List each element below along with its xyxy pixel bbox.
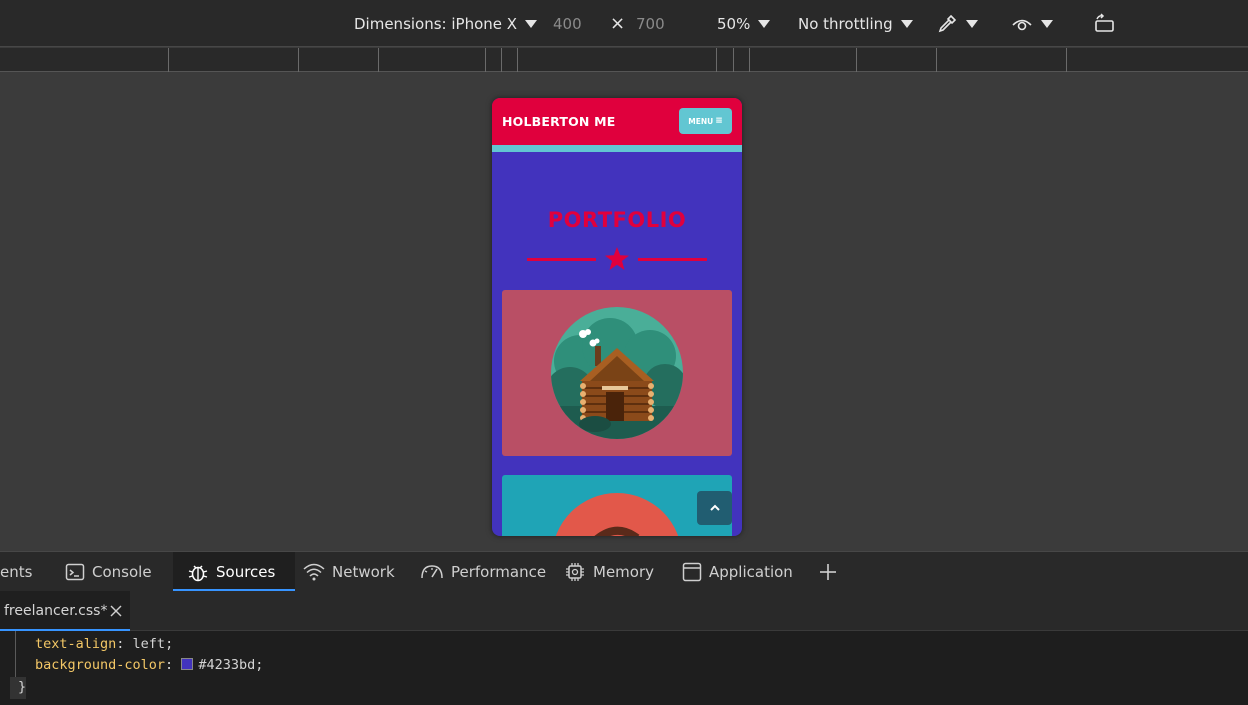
css-value: left <box>132 636 166 652</box>
ruler-tick <box>378 48 379 72</box>
tab-label: Network <box>332 563 395 581</box>
ruler-tick <box>936 48 937 72</box>
scroll-to-top-button[interactable] <box>697 491 732 525</box>
devtools-tab-bar: ents Console Sources Network Performance… <box>0 551 1248 592</box>
css-property: text-align <box>35 636 117 652</box>
vision-deficiency-button[interactable] <box>1011 0 1053 47</box>
gauge-icon <box>421 565 443 579</box>
file-tab-freelancer-css[interactable]: freelancer.css* <box>0 591 130 631</box>
bug-icon <box>188 565 208 582</box>
color-picker-button[interactable] <box>936 0 978 47</box>
tab-label: Application <box>709 563 793 581</box>
zoom-label: 50% <box>717 14 751 33</box>
device-viewport: HOLBERTON ME MENU ≡ PORTFOLIO <box>0 73 1248 551</box>
height-input[interactable]: 700 <box>636 0 665 47</box>
tab-application[interactable]: Application <box>682 552 793 592</box>
tab-network[interactable]: Network <box>303 552 395 592</box>
file-tab-label: freelancer.css* <box>4 603 108 619</box>
ruler-tick <box>485 48 486 72</box>
indent-guide <box>15 631 16 681</box>
tab-elements[interactable]: ents <box>0 552 32 592</box>
ruler-tick <box>716 48 717 72</box>
width-input[interactable]: 400 <box>553 0 582 47</box>
ruler-tick <box>733 48 734 72</box>
code-line: text-align: left; <box>35 636 174 652</box>
tab-sources[interactable]: Sources <box>173 552 295 592</box>
menu-button[interactable]: MENU ≡ <box>679 108 732 134</box>
zoom-dropdown[interactable]: 50% <box>717 0 771 47</box>
tab-label: Console <box>92 563 152 581</box>
hamburger-icon: ≡ <box>715 116 723 126</box>
dimensions-label: Dimensions: iPhone X <box>354 14 518 33</box>
plus-icon <box>820 564 836 580</box>
site-brand[interactable]: HOLBERTON ME <box>502 114 616 129</box>
tab-memory[interactable]: Memory <box>564 552 654 592</box>
ruler-tick <box>517 48 518 72</box>
ruler-tick <box>501 48 502 72</box>
ruler-tick <box>168 48 169 72</box>
throttling-label: No throttling <box>798 14 893 33</box>
add-tool-button[interactable] <box>818 552 845 592</box>
menu-label: MENU <box>688 116 714 126</box>
times-icon: × <box>610 13 626 34</box>
chevron-down-icon <box>758 19 771 28</box>
console-icon <box>65 563 85 581</box>
divider-line-left <box>527 258 596 261</box>
log-cabin-icon <box>551 307 683 439</box>
tab-performance[interactable]: Performance <box>420 552 546 592</box>
chevron-up-icon <box>709 504 720 511</box>
ruler-tick <box>856 48 857 72</box>
star-icon <box>605 247 629 270</box>
portfolio-card[interactable] <box>502 290 732 456</box>
dimensions-dropdown[interactable]: Dimensions: iPhone X <box>354 0 538 47</box>
rotate-device-icon <box>1095 12 1114 32</box>
tab-label: Performance <box>451 563 547 581</box>
color-swatch[interactable] <box>181 658 194 670</box>
portfolio-heading: PORTFOLIO <box>547 208 687 232</box>
chevron-down-icon <box>966 19 978 28</box>
media-query-ruler[interactable] <box>0 48 1248 72</box>
css-property: background-color <box>35 657 166 673</box>
device-toolbar: Dimensions: iPhone X 400 × 700 50% No th… <box>0 0 1248 47</box>
cake-icon <box>555 493 679 536</box>
window-icon <box>682 562 702 582</box>
ruler-tick <box>749 48 750 72</box>
wifi-icon <box>303 563 325 581</box>
chip-icon <box>566 563 584 581</box>
closing-brace: } <box>18 679 27 695</box>
ruler-tick <box>298 48 299 72</box>
tab-label: ents <box>0 563 33 581</box>
editor-file-tabs: freelancer.css* <box>0 591 1248 631</box>
css-value: #4233bd <box>198 657 256 673</box>
tab-label: Memory <box>593 563 655 581</box>
chevron-down-icon <box>525 19 538 28</box>
chevron-down-icon <box>1041 19 1053 28</box>
navbar-underline <box>492 145 742 152</box>
divider-line-right <box>638 258 707 261</box>
tab-label: Sources <box>216 563 276 581</box>
code-line: background-color: #4233bd; <box>35 657 264 673</box>
close-icon[interactable] <box>108 603 124 619</box>
code-editor[interactable]: text-align: left; background-color: #423… <box>0 631 1248 705</box>
phone-preview[interactable]: HOLBERTON ME MENU ≡ PORTFOLIO <box>492 98 742 536</box>
site-navbar: HOLBERTON ME MENU ≡ <box>492 98 742 145</box>
chevron-down-icon <box>900 19 913 28</box>
tab-console[interactable]: Console <box>65 552 152 592</box>
eye-icon <box>1012 19 1032 30</box>
ruler-tick <box>1066 48 1067 72</box>
eyedropper-icon <box>938 14 957 32</box>
throttling-dropdown[interactable]: No throttling <box>798 0 913 47</box>
rotate-button[interactable] <box>1093 0 1117 47</box>
